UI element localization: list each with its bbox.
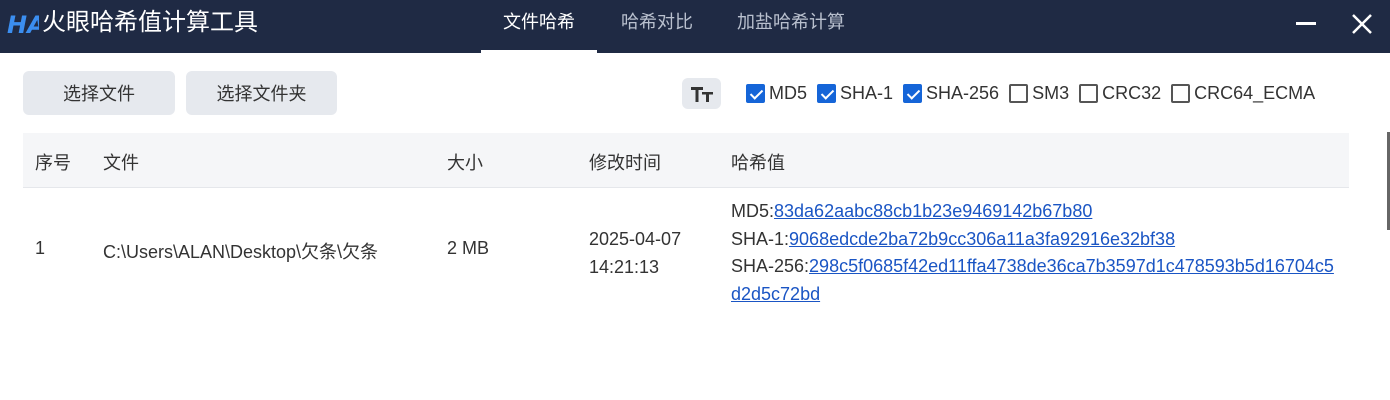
- tab-bar: 文件哈希 哈希对比 加盐哈希计算: [481, 0, 867, 53]
- sha256-checkbox[interactable]: [903, 83, 923, 103]
- row-hashes: MD5:83da62aabc88cb1b23e9469142b67b80 SHA…: [731, 198, 1341, 308]
- app-title: 火眼哈希值计算工具: [42, 9, 258, 36]
- sha256-hash-label: SHA-256:: [731, 256, 810, 276]
- algo-md5[interactable]: MD5: [746, 83, 807, 104]
- md5-hash-value[interactable]: 83da62aabc88cb1b23e9469142b67b80: [774, 201, 1092, 221]
- md5-hash-line: MD5:83da62aabc88cb1b23e9469142b67b80: [731, 198, 1341, 226]
- table-row[interactable]: 1 C:\Users\ALAN\Desktop\欠条\欠条 2 MB 2025-…: [23, 188, 1349, 313]
- algo-crc32[interactable]: CRC32: [1079, 83, 1161, 104]
- sm3-label: SM3: [1032, 82, 1070, 103]
- crc32-label: CRC32: [1102, 82, 1162, 103]
- row-file-size: 2 MB: [447, 238, 490, 258]
- sm3-checkbox[interactable]: [1009, 83, 1029, 103]
- close-icon[interactable]: [1350, 12, 1374, 36]
- row-modified-time: 2025-04-07 14:21:13: [589, 225, 709, 281]
- algo-crc64-ecma[interactable]: CRC64_ECMA: [1171, 83, 1315, 104]
- algorithm-options: MD5 SHA-1 SHA-256 SM3 CRC32 CRC64_ECMA: [746, 81, 1325, 105]
- crc32-checkbox[interactable]: [1079, 83, 1099, 103]
- column-header-file: 文件: [103, 153, 139, 173]
- crc64-ecma-label: CRC64_ECMA: [1194, 82, 1316, 103]
- sha256-hash-value[interactable]: 298c5f0685f42ed11ffa4738de36ca7b3597d1c4…: [731, 256, 1334, 304]
- md5-hash-label: MD5:: [731, 201, 775, 221]
- modified-clock: 14:21:13: [589, 257, 660, 277]
- tab-hash-compare[interactable]: 哈希对比: [597, 0, 715, 53]
- title-bar: HA 火眼哈希值计算工具 文件哈希 哈希对比 加盐哈希计算: [0, 0, 1390, 53]
- modified-date: 2025-04-07: [589, 229, 682, 249]
- sha256-label: SHA-256: [926, 82, 1000, 103]
- select-folder-button[interactable]: 选择文件夹: [186, 71, 337, 115]
- algo-sha256[interactable]: SHA-256: [903, 83, 999, 104]
- algo-sha1[interactable]: SHA-1: [817, 83, 893, 104]
- column-header-size: 大小: [447, 153, 483, 173]
- font-size-icon: [690, 86, 713, 102]
- row-file-path: C:\Users\ALAN\Desktop\欠条\欠条: [103, 242, 379, 262]
- svg-text:HA: HA: [7, 11, 39, 38]
- column-header-modified: 修改时间: [589, 153, 661, 173]
- results-table: 序号 文件 大小 修改时间 哈希值 1 C:\Users\ALAN\Deskto…: [23, 133, 1349, 313]
- select-file-button[interactable]: 选择文件: [23, 71, 175, 115]
- font-size-button[interactable]: [682, 78, 721, 109]
- column-header-index: 序号: [35, 153, 71, 173]
- sha256-hash-line: SHA-256:298c5f0685f42ed11ffa4738de36ca7b…: [731, 253, 1341, 308]
- tab-salted-hash[interactable]: 加盐哈希计算: [715, 0, 867, 53]
- sha1-hash-label: SHA-1:: [731, 228, 790, 249]
- column-header-hash: 哈希值: [731, 153, 785, 173]
- app-logo-icon: HA: [7, 11, 39, 38]
- md5-label: MD5: [769, 82, 808, 103]
- algo-sm3[interactable]: SM3: [1009, 83, 1069, 104]
- sha1-hash-line: SHA-1:9068edcde2ba72b9cc306a11a3fa92916e…: [731, 226, 1341, 254]
- sha1-checkbox[interactable]: [817, 83, 837, 103]
- crc64-ecma-checkbox[interactable]: [1171, 83, 1191, 103]
- row-index: 1: [35, 238, 46, 258]
- sha1-label: SHA-1: [840, 82, 894, 103]
- minimize-icon[interactable]: [1296, 22, 1316, 25]
- tab-file-hash[interactable]: 文件哈希: [481, 0, 597, 53]
- md5-checkbox[interactable]: [746, 83, 765, 103]
- sha1-hash-value[interactable]: 9068edcde2ba72b9cc306a11a3fa92916e32bf38: [789, 229, 1175, 249]
- table-header: 序号 文件 大小 修改时间 哈希值: [23, 133, 1349, 188]
